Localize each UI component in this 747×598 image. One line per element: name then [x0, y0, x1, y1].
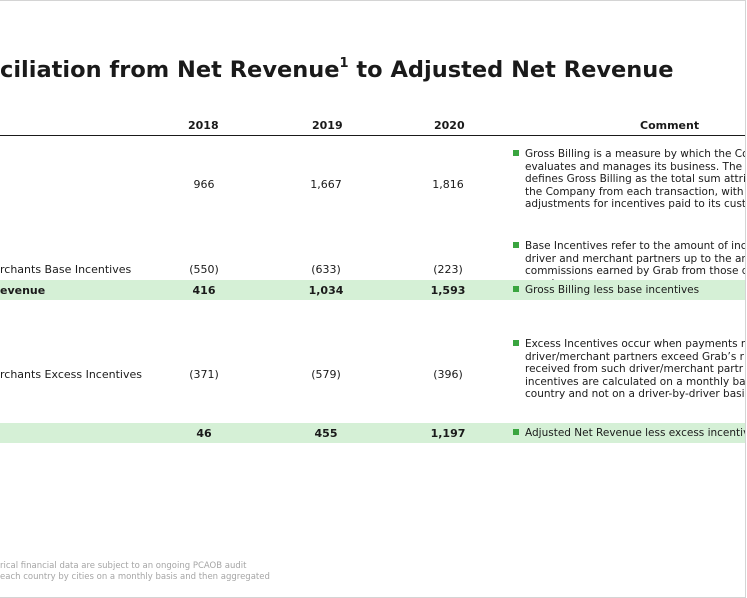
cell-2020: (396) [433, 368, 463, 381]
column-header-comment: Comment [640, 119, 700, 132]
title-footnote-marker: 1 [339, 55, 349, 71]
cell-2018: 416 [192, 284, 216, 297]
cell-2019: 1,034 [308, 284, 344, 297]
cell-2019: (579) [311, 368, 341, 381]
row-label: evenue [0, 284, 46, 297]
cell-2020: 1,816 [432, 178, 464, 191]
cell-2018: (550) [189, 263, 219, 276]
row-comment: Adjusted Net Revenue less excess incenti… [513, 427, 745, 440]
bullet-icon [513, 340, 519, 346]
column-header-2020: 2020 [434, 119, 465, 132]
row-label: rchants Base Incentives [0, 263, 132, 276]
row-comment: Gross Billing is a measure by which the … [513, 148, 745, 211]
column-header-2019: 2019 [312, 119, 343, 132]
column-header-2018: 2018 [188, 119, 219, 132]
header-divider [0, 135, 745, 136]
cell-2018: 966 [193, 178, 215, 191]
cell-2019: (633) [311, 263, 341, 276]
bullet-icon [513, 150, 519, 156]
row-label: rchants Excess Incentives [0, 368, 142, 381]
bullet-icon [513, 429, 519, 435]
cell-2020: 1,197 [430, 427, 466, 440]
cell-2018: 46 [196, 427, 212, 440]
cell-2018: (371) [189, 368, 219, 381]
footnote-2: each country by cities on a monthly basi… [0, 572, 270, 582]
cell-2019: 1,667 [310, 178, 342, 191]
bullet-icon [513, 242, 519, 248]
cell-2020: 1,593 [430, 284, 466, 297]
page-title: ciliation from Net Revenue1 to Adjusted … [0, 55, 674, 84]
bullet-icon [513, 286, 519, 292]
slide: ciliation from Net Revenue1 to Adjusted … [0, 0, 746, 598]
cell-2020: (223) [433, 263, 463, 276]
row-comment: Excess Incentives occur when payments m … [513, 338, 745, 401]
footnote-1: rical financial data are subject to an o… [0, 561, 247, 571]
cell-2019: 455 [314, 427, 338, 440]
row-comment: Gross Billing less base incentives [513, 284, 699, 297]
